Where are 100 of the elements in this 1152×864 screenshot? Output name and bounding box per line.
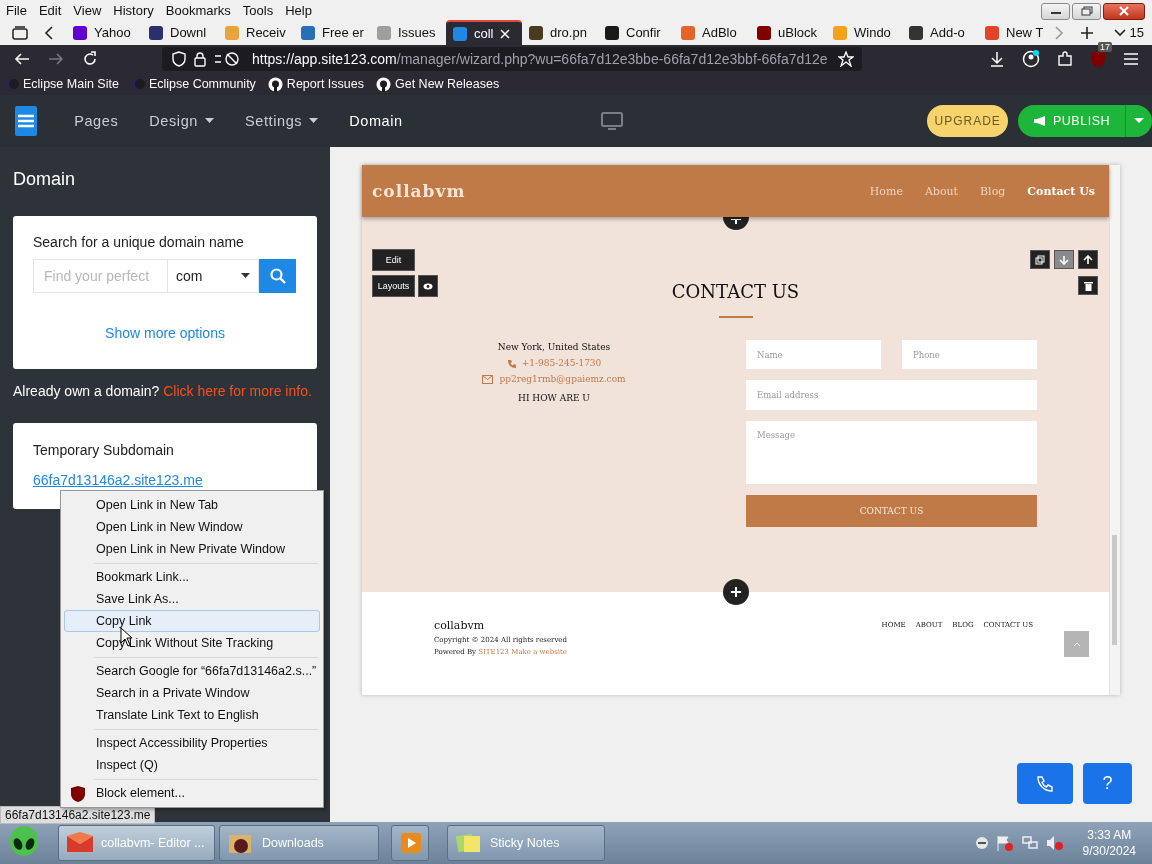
copy-icon xyxy=(1035,254,1045,265)
address-text: New York, United States xyxy=(497,342,611,352)
arrow-up-icon xyxy=(1083,254,1093,265)
context-menu-item[interactable]: Search in a Private Window xyxy=(64,682,320,704)
bookmark-item[interactable]: Get New Releases xyxy=(376,76,500,92)
search-button[interactable] xyxy=(259,259,296,293)
taskbar-button[interactable] xyxy=(391,825,429,861)
back-icon[interactable] xyxy=(14,51,30,67)
favicon-icon xyxy=(832,24,848,41)
context-menu-item[interactable]: Block element... xyxy=(64,782,320,804)
menu-item[interactable]: View xyxy=(73,2,102,18)
menu-item[interactable]: File xyxy=(6,2,27,18)
favicon-icon xyxy=(984,24,1000,41)
flag-icon[interactable] xyxy=(995,835,1014,851)
menu-icon[interactable] xyxy=(1123,52,1139,66)
permissions-icon[interactable] xyxy=(214,51,240,67)
download-icon[interactable] xyxy=(989,51,1005,67)
move-down-button[interactable] xyxy=(1054,250,1074,269)
more-info-link[interactable]: Click here for more info. xyxy=(163,383,312,399)
chevron-left-icon[interactable] xyxy=(44,25,54,40)
context-menu-item[interactable]: Save Link As... xyxy=(64,588,320,610)
context-menu-item[interactable]: Translate Link Text to English xyxy=(64,704,320,726)
star-icon[interactable] xyxy=(838,51,854,67)
context-menu-item[interactable]: Inspect Accessibility Properties xyxy=(64,732,320,754)
domain-input-field[interactable]: Find your perfect xyxy=(33,259,168,293)
publish-dropdown-button[interactable] xyxy=(1125,105,1152,137)
close-icon[interactable] xyxy=(499,28,510,39)
bookmark-item[interactable]: Eclipse Community xyxy=(130,77,256,91)
scrollbar[interactable] xyxy=(1109,165,1120,695)
reload-icon[interactable] xyxy=(82,51,98,67)
menu-item[interactable]: Edit xyxy=(38,2,62,18)
bookmark-item[interactable]: Report Issues xyxy=(267,76,364,92)
add-section-button[interactable] xyxy=(723,217,749,230)
menu-item[interactable]: Bookmarks xyxy=(165,2,231,18)
phone-field[interactable]: Phone xyxy=(902,340,1037,369)
email-field[interactable]: Email address xyxy=(746,380,1037,410)
menu-item[interactable]: History xyxy=(113,2,154,18)
lock-icon[interactable] xyxy=(194,51,206,67)
desktop-view-icon[interactable] xyxy=(600,112,625,130)
tab-list-icon[interactable] xyxy=(12,25,28,40)
call-button[interactable] xyxy=(1017,763,1073,804)
context-menu-item[interactable]: Inspect (Q) xyxy=(64,754,320,776)
close-button[interactable] xyxy=(1103,2,1145,20)
browser-tab[interactable]: Add-o xyxy=(902,20,978,45)
browser-tab[interactable]: AdBlo xyxy=(674,20,750,45)
shield-icon[interactable] xyxy=(172,51,186,67)
browser-tab[interactable]: New T xyxy=(978,20,1054,45)
browser-tab[interactable]: coll xyxy=(446,20,522,45)
context-menu-item[interactable]: Open Link in New Tab xyxy=(64,494,320,516)
editor-nav-item[interactable]: Design xyxy=(149,113,214,129)
upgrade-button[interactable]: UPGRADE xyxy=(927,105,1008,137)
editor-nav-item[interactable]: Pages xyxy=(74,113,119,129)
edit-button[interactable]: Edit xyxy=(372,249,415,271)
restore-icon xyxy=(1080,6,1093,16)
bookmark-item[interactable]: Eclipse Main Site xyxy=(5,77,119,91)
help-button[interactable]: ? xyxy=(1083,763,1132,804)
browser-tab[interactable]: Downl xyxy=(142,20,218,45)
tab-count-button[interactable]: 15 xyxy=(1113,25,1144,40)
duplicate-button[interactable] xyxy=(1030,250,1050,269)
browser-tab[interactable]: uBlock xyxy=(750,20,826,45)
eye-icon xyxy=(423,282,433,290)
browser-tab[interactable]: Confir xyxy=(598,20,674,45)
restore-button[interactable] xyxy=(1072,2,1101,20)
layouts-button[interactable]: Layouts xyxy=(372,275,415,297)
browser-tab[interactable]: dro.pn xyxy=(522,20,598,45)
context-menu-item[interactable]: Open Link in New Private Window xyxy=(64,538,320,560)
context-menu-item[interactable]: Open Link in New Window xyxy=(64,516,320,538)
menu-item[interactable]: Tools xyxy=(242,2,274,18)
context-menu-item[interactable]: Bookmark Link... xyxy=(64,566,320,588)
context-menu-item[interactable]: Copy Link Without Site Tracking xyxy=(64,632,320,654)
address-bar[interactable]: https://app.site123.com/manager/wizard.php?wu=66fa7d12e3bbe-66fa7d12e3bbf-66fa7d12e xyxy=(162,47,862,71)
show-more-options-link[interactable]: Show more options xyxy=(33,325,297,341)
browser-tab[interactable]: Windo xyxy=(826,20,902,45)
menu-icon xyxy=(18,114,35,128)
minimize-button[interactable] xyxy=(1041,2,1070,20)
name-field[interactable]: Name xyxy=(746,340,881,369)
menu-item[interactable]: Help xyxy=(285,2,312,18)
tray-status-icon[interactable] xyxy=(974,836,989,850)
network-icon[interactable] xyxy=(1020,835,1039,851)
account-icon[interactable] xyxy=(1022,50,1040,68)
message-field[interactable]: Message xyxy=(746,421,1037,484)
forward-icon[interactable] xyxy=(48,51,64,67)
favicon-icon xyxy=(528,24,544,41)
browser-tab[interactable]: Receiv xyxy=(218,20,294,45)
add-section-button[interactable] xyxy=(723,579,749,605)
subdomain-link[interactable]: 66fa7d13146a2.site123.me xyxy=(33,472,203,488)
speaker-muted-icon[interactable] xyxy=(1045,835,1064,851)
hide-button[interactable] xyxy=(418,275,438,297)
hamburger-menu-button[interactable] xyxy=(15,106,38,136)
browser-tab[interactable]: Yahoo xyxy=(66,20,142,45)
puzzle-icon[interactable] xyxy=(1057,51,1073,67)
editor-nav-item[interactable]: Domain xyxy=(349,113,403,129)
context-menu-item[interactable]: Search Google for “66fa7d13146a2.s...” xyxy=(64,660,320,682)
browser-tab[interactable]: Issues xyxy=(370,20,446,45)
browser-tab[interactable]: Free er xyxy=(294,20,370,45)
editor-nav-item[interactable]: Settings xyxy=(245,113,319,129)
context-menu-item[interactable]: Copy Link xyxy=(64,610,320,632)
move-up-button[interactable] xyxy=(1078,250,1098,269)
plus-icon[interactable] xyxy=(1080,25,1094,40)
delete-button[interactable] xyxy=(1078,276,1098,295)
